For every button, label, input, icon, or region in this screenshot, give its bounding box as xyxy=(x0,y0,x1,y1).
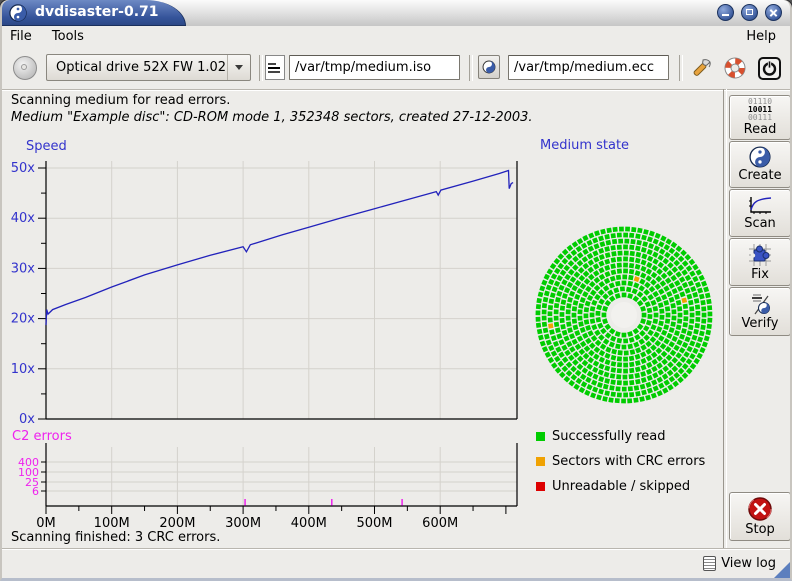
svg-text:300M: 300M xyxy=(225,516,261,531)
svg-text:500M: 500M xyxy=(356,516,392,531)
scan-result-text: Scanning finished: 3 CRC errors. xyxy=(11,530,220,545)
view-log-label: View log xyxy=(721,556,776,571)
legend-label: Sectors with CRC errors xyxy=(552,454,705,469)
statusbar: View log xyxy=(2,548,790,579)
toolbar-separator xyxy=(259,55,263,81)
fix-button[interactable]: Fix xyxy=(729,238,791,286)
c2-error-spikes xyxy=(245,499,402,506)
read-button[interactable]: 01110 10011 00111 Read xyxy=(729,95,791,140)
svg-text:0M: 0M xyxy=(36,516,56,531)
svg-text:100M: 100M xyxy=(94,516,130,531)
legend-swatch-crc xyxy=(536,457,545,466)
maximize-button[interactable] xyxy=(741,4,758,21)
menu-tools[interactable]: Tools xyxy=(44,26,92,47)
lifebuoy-icon xyxy=(722,55,748,81)
titlebar-tab: dvdisaster-0.71 xyxy=(2,0,186,26)
toolbar: Optical drive 52X FW 1.02 xyxy=(2,48,790,90)
stop-icon xyxy=(747,496,773,522)
menubar: File Tools Help xyxy=(2,26,790,48)
iso-file-icon xyxy=(265,55,285,80)
verify-icon xyxy=(747,292,773,316)
minimize-button[interactable] xyxy=(717,4,734,21)
create-button-label: Create xyxy=(738,168,781,183)
create-yinyang-icon xyxy=(749,146,771,168)
legend-item: Sectors with CRC errors xyxy=(536,449,726,474)
drive-selector-value: Optical drive 52X FW 1.02 xyxy=(47,60,227,75)
app-logo-icon xyxy=(9,4,27,22)
stop-button-label: Stop xyxy=(745,522,775,537)
status-line-medium-info: Medium "Example disc": CD-ROM mode 1, 35… xyxy=(11,110,533,125)
create-button[interactable]: Create xyxy=(729,141,791,188)
legend-swatch-bad xyxy=(536,482,545,491)
toolbar-separator xyxy=(469,55,473,81)
verify-button[interactable]: Verify xyxy=(729,287,791,336)
legend-swatch-good xyxy=(536,432,545,441)
ecc-path-input[interactable] xyxy=(508,55,669,80)
svg-text:400M: 400M xyxy=(291,516,327,531)
close-button[interactable] xyxy=(765,4,782,21)
svg-text:600M: 600M xyxy=(422,516,458,531)
medium-state-disc xyxy=(526,217,722,413)
legend-label: Successfully read xyxy=(552,429,665,444)
preferences-button[interactable] xyxy=(687,53,715,83)
menu-help[interactable]: Help xyxy=(738,26,784,47)
toolbar-separator xyxy=(679,55,683,81)
sidebar-separator xyxy=(723,89,727,548)
svg-text:10x: 10x xyxy=(11,362,36,377)
view-log-button[interactable]: View log xyxy=(699,552,780,574)
window-title: dvdisaster-0.71 xyxy=(35,0,159,25)
legend-item: Unreadable / skipped xyxy=(536,474,726,499)
scan-button[interactable]: Scan xyxy=(729,189,791,237)
ecc-file-icon xyxy=(478,55,500,79)
iso-path-input[interactable] xyxy=(289,55,460,80)
read-icon: 01110 10011 00111 xyxy=(748,98,772,122)
drive-selector[interactable]: Optical drive 52X FW 1.02 xyxy=(46,54,251,81)
svg-text:0x: 0x xyxy=(19,412,35,427)
fix-button-label: Fix xyxy=(751,267,769,282)
fix-puzzle-icon xyxy=(747,243,773,267)
svg-text:40x: 40x xyxy=(11,211,36,226)
chevron-down-icon xyxy=(235,65,243,70)
scan-button-label: Scan xyxy=(744,216,776,231)
verify-button-label: Verify xyxy=(742,316,779,331)
status-line-primary: Scanning medium for read errors. xyxy=(11,93,230,108)
medium-state-title: Medium state xyxy=(540,138,629,153)
power-icon xyxy=(757,56,782,81)
svg-text:200M: 200M xyxy=(159,516,195,531)
drive-selector-arrow[interactable] xyxy=(227,55,250,80)
quit-button[interactable] xyxy=(755,53,783,83)
svg-text:50x: 50x xyxy=(11,161,36,176)
log-list-icon xyxy=(703,556,716,571)
svg-text:30x: 30x xyxy=(11,261,36,276)
read-button-label: Read xyxy=(744,122,777,137)
cd-disc-icon xyxy=(13,56,37,80)
charts-canvas: 0x 10x 20x 30x 40x 50x 0M 100M 200M 300M 400M 500M 6… xyxy=(2,135,524,548)
resize-grip[interactable] xyxy=(774,562,790,578)
ecc-yinyang-glyph xyxy=(482,60,496,74)
legend-label: Unreadable / skipped xyxy=(552,479,690,494)
svg-text:20x: 20x xyxy=(11,312,36,327)
scan-chart-icon xyxy=(747,195,773,216)
speed-curve xyxy=(46,171,513,326)
legend-item: Successfully read xyxy=(536,424,726,449)
stop-button[interactable]: Stop xyxy=(729,492,791,541)
svg-text:6: 6 xyxy=(32,485,39,498)
help-button[interactable] xyxy=(721,53,749,83)
medium-state-legend: Successfully read Sectors with CRC error… xyxy=(536,424,726,499)
wrench-icon xyxy=(689,56,713,80)
menu-file[interactable]: File xyxy=(2,26,40,47)
drive-info-button[interactable] xyxy=(10,53,40,83)
app-window: dvdisaster-0.71 File Tools Help Optical … xyxy=(0,0,792,581)
titlebar[interactable]: dvdisaster-0.71 xyxy=(2,0,790,27)
